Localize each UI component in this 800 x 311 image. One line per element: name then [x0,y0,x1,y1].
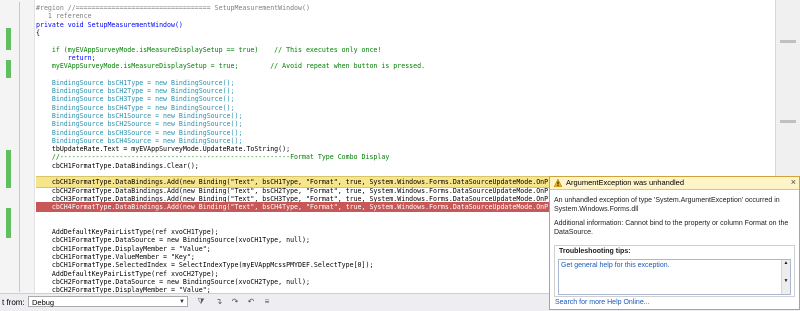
code-line[interactable]: cbCH4FormatType.DataBindings.Add(new Bin… [36,202,616,213]
change-marker [6,150,11,188]
troubleshooting-title: Troubleshooting tips: [559,248,631,255]
stack-frame-value: Debug [32,298,55,307]
exception-message: An unhandled exception of type 'System.A… [554,197,780,213]
code-line[interactable]: { [36,28,40,38]
exception-assistant: ArgumentException was unhandled × An unh… [549,176,800,310]
exception-header: ArgumentException was unhandled × [550,177,799,190]
change-marker [6,28,11,50]
change-marker [6,60,11,78]
exception-additional-info: Additional information: Cannot bind to t… [554,220,789,236]
tips-scrollbar[interactable]: ▲ ▼ [781,260,790,294]
step-icon[interactable]: ↴ [214,297,224,307]
code-line[interactable]: cbCH1FormatType.DataBindings.Clear(); [36,161,199,171]
general-help-link[interactable]: Get general help for this exception. [561,262,670,269]
warning-icon [554,179,562,187]
code-line[interactable]: cbCH2FormatType.DisplayMember = "Value"; [36,285,211,293]
filter-icon[interactable]: ⧩ [196,297,206,307]
step-over-icon[interactable]: ↷ [230,297,240,307]
step-out-icon[interactable]: ↶ [246,297,256,307]
code-line[interactable]: myEVAppSurveyMode.isMeasureDisplaySetup … [36,61,425,71]
exception-title: ArgumentException was unhandled [566,178,684,187]
scroll-marker [780,120,796,123]
close-icon[interactable]: × [791,177,796,188]
thread-icon[interactable]: ≡ [262,297,272,307]
scroll-marker [780,40,796,43]
troubleshooting-section: Troubleshooting tips: Get general help f… [554,245,795,297]
stack-frame-combo[interactable]: Debug ▼ [28,296,188,307]
code-line[interactable]: private void SetupMeasurementWindow() [36,20,183,30]
chevron-down-icon: ▼ [179,299,185,305]
location-label: t from: [2,298,25,307]
search-help-online-link[interactable]: Search for more Help Online... [555,299,650,306]
outline-guide [19,2,20,292]
tips-list: Get general help for this exception. ▲ ▼ [558,259,791,295]
change-marker [6,208,11,238]
editor-gutter [0,0,35,293]
